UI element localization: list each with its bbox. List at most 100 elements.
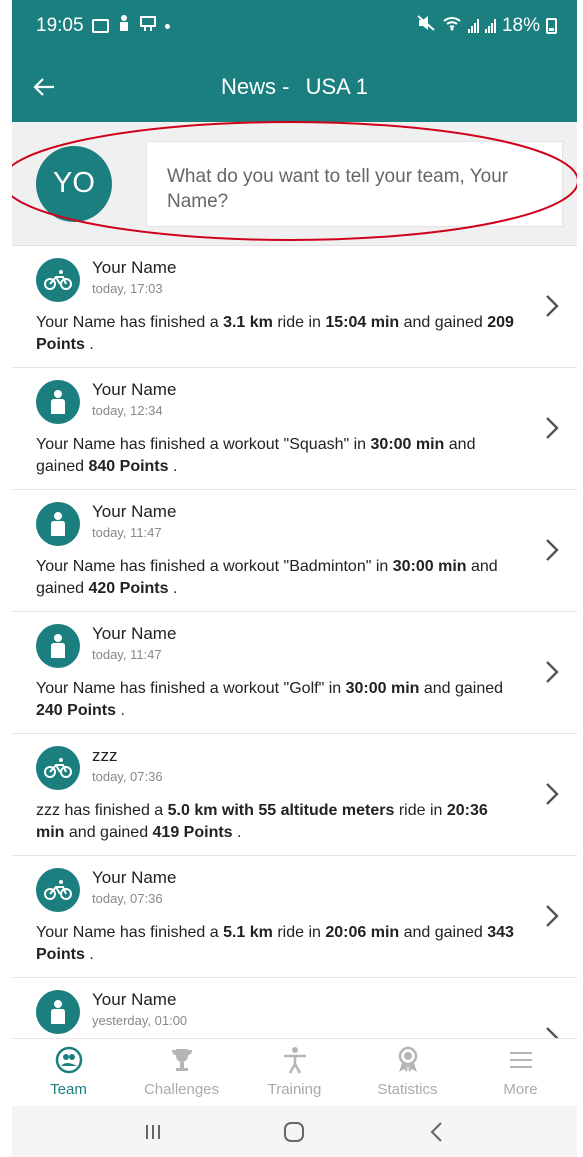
arrow-left-icon [33, 78, 54, 96]
system-back-button[interactable] [416, 1112, 456, 1152]
message-highlight: 420 Points [88, 580, 169, 597]
feed-item-meta: Your Name today, 11:47 [92, 624, 176, 663]
feed-item-header: Your Name today, 17:03 [36, 258, 517, 302]
person-icon [36, 380, 80, 424]
feed-item[interactable]: Your Name today, 11:47 Your Name has finis… [12, 490, 577, 612]
message-text: . [84, 946, 94, 963]
message-text: Your Name has finished a workout "Badmin… [36, 558, 393, 575]
page-title-prefix: News - [221, 74, 290, 99]
chevron-right-icon[interactable] [535, 410, 569, 446]
team-icon [53, 1045, 85, 1075]
status-time: 19:05 [36, 15, 84, 36]
feed-item-time: today, 11:47 [92, 647, 162, 662]
feed-item[interactable]: Your Name today, 17:03 Your Name has finis… [12, 246, 577, 368]
message-text: . [84, 336, 94, 353]
app-screen: 19:05 18% News - USA 1 YO What do you wa… [12, 0, 577, 1157]
recent-apps-button[interactable] [133, 1112, 173, 1152]
nav-tab-more[interactable]: More [464, 1039, 577, 1106]
nav-tab-training[interactable]: Training [238, 1039, 351, 1106]
message-highlight: 30:00 min [392, 558, 467, 575]
user-avatar: YO [36, 145, 112, 222]
message-text: . [232, 824, 242, 841]
back-button[interactable] [12, 52, 76, 122]
page-title: News - USA 1 [12, 74, 577, 100]
feed-item-author: Your Name [92, 868, 177, 887]
chevron-left-icon [430, 1121, 442, 1142]
app-bar: News - USA 1 [12, 52, 577, 122]
training-icon [279, 1045, 311, 1075]
app-notification-icon [139, 14, 157, 38]
person-notification-icon [117, 14, 131, 38]
feed-item-time: today, 11:47 [92, 525, 162, 540]
chevron-right-icon[interactable] [535, 654, 569, 690]
home-button[interactable] [274, 1112, 314, 1152]
message-text: Your Name has finished a [36, 924, 224, 941]
home-icon [284, 1121, 305, 1142]
feed-item-time: yesterday, 01:00 [92, 1013, 188, 1028]
bike-icon [36, 258, 80, 302]
message-highlight: 840 Points [88, 458, 169, 475]
feed-item[interactable]: Your Name today, 07:36 Your Name has finis… [12, 856, 577, 978]
feed-item-time: today, 07:36 [92, 891, 163, 906]
message-highlight: 3.1 km [223, 314, 273, 331]
battery-icon [546, 18, 557, 34]
feed-item[interactable]: Your Name today, 12:34 Your Name has finis… [12, 368, 577, 490]
message-text: ride in [272, 314, 326, 331]
chevron-right-icon[interactable] [535, 898, 569, 934]
chevron-right-icon[interactable] [535, 532, 569, 568]
nav-tab-label: Challenges [143, 1081, 220, 1098]
nav-tab-challenges[interactable]: Challenges [125, 1039, 238, 1106]
signal-2-icon [484, 19, 496, 33]
feed-item-message: zzz has finished a 5.0 km with 55 altitu… [36, 800, 517, 844]
message-text: and gained [419, 680, 504, 697]
message-text: . [168, 580, 178, 597]
feed-item-time: today, 17:03 [92, 281, 163, 296]
feed-item-meta: Your Name today, 07:36 [92, 868, 176, 907]
more-notifications-icon [164, 23, 170, 29]
message-text: and gained [64, 824, 153, 841]
nav-tab-label: Team [50, 1081, 87, 1098]
post-composer: YO What do you want to tell your team, Y… [12, 122, 577, 246]
feed-item-author: Your Name [92, 380, 177, 399]
recent-apps-icon [145, 1124, 160, 1139]
bike-icon [36, 746, 80, 790]
feed-item-author: zzz [92, 746, 118, 765]
feed-item-time: today, 12:34 [92, 403, 163, 418]
message-highlight: 30:00 min [345, 680, 420, 697]
feed-item[interactable]: Your Name today, 11:47 Your Name has finis… [12, 612, 577, 734]
nav-tab-label: Statistics [377, 1081, 438, 1098]
feed-item-meta: Your Name today, 11:47 [92, 502, 176, 541]
message-text: . [168, 458, 178, 475]
nav-tab-team[interactable]: Team [12, 1039, 125, 1106]
feed-item-header: Your Name yesterday, 01:00 [36, 990, 517, 1034]
signal-icon [467, 19, 479, 33]
feed-item-message: Your Name has finished a workout "Squash… [36, 434, 517, 478]
message-text: zzz has finished a [36, 802, 168, 819]
message-highlight: 20:06 min [325, 924, 400, 941]
message-text: Your Name has finished a [36, 314, 224, 331]
chevron-right-icon[interactable] [535, 288, 569, 324]
feed-item-header: zzz today, 07:36 [36, 746, 517, 790]
person-icon [36, 502, 80, 546]
team-name: USA 1 [305, 74, 368, 99]
message-highlight: 419 Points [152, 824, 233, 841]
feed-item-author: Your Name [92, 502, 177, 521]
message-text: ride in [394, 802, 447, 819]
feed-item-time: today, 07:36 [92, 769, 163, 784]
message-highlight: 30:00 min [370, 436, 445, 453]
feed-item-meta: Your Name today, 17:03 [92, 258, 176, 297]
message-highlight: 240 Points [36, 702, 117, 719]
nav-tab-label: Training [267, 1081, 322, 1098]
person-icon [36, 990, 80, 1034]
message-highlight: 5.0 km with 55 altitude meters [167, 802, 395, 819]
message-highlight: 15:04 min [325, 314, 400, 331]
feed-item-header: Your Name today, 07:36 [36, 868, 517, 912]
news-feed: Your Name today, 17:03 Your Name has finis… [12, 246, 577, 1157]
nav-tab-statistics[interactable]: Statistics [351, 1039, 464, 1106]
feed-item-message: Your Name has finished a workout "Golf" … [36, 678, 517, 722]
chevron-right-icon[interactable] [535, 776, 569, 812]
message-text: Your Name has finished a workout "Golf" … [36, 680, 346, 697]
post-input[interactable]: What do you want to tell your team, Your… [146, 140, 563, 227]
feed-item[interactable]: zzz today, 07:36 zzz has finished a 5.0 km… [12, 734, 577, 856]
feed-item-message: Your Name has finished a workout "Badmin… [36, 556, 517, 600]
